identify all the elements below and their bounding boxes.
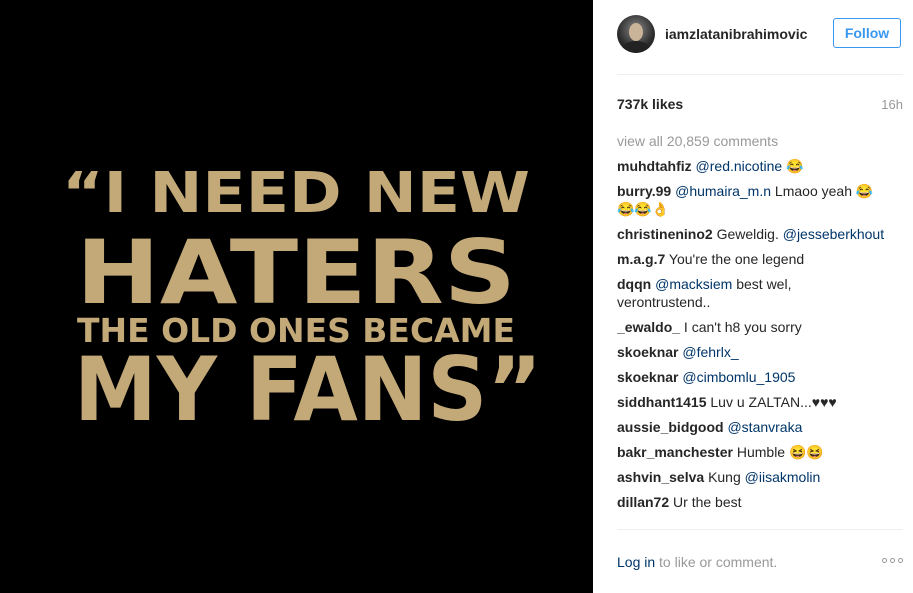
post-footer: Log in to like or comment. — [617, 552, 903, 576]
comment-item: siddhant1415 Luv u ZALTAN...♥♥♥ — [617, 393, 885, 411]
username-link[interactable]: iamzlatanibrahimovic — [665, 26, 807, 42]
scrollbar[interactable] — [907, 0, 913, 593]
comment-text: Ur the best — [673, 494, 742, 510]
follow-button[interactable]: Follow — [833, 18, 901, 48]
quote-graphic: “I NEED NEW HATERS THE OLD ONES BECAME M… — [62, 161, 542, 441]
comment-username[interactable]: skoeknar — [617, 369, 678, 385]
view-all-comments-link[interactable]: view all 20,859 comments — [617, 133, 885, 157]
login-suffix: to like or comment. — [655, 554, 778, 570]
comment-item: _ewaldo_ I can't h8 you sorry — [617, 318, 885, 336]
post-sidebar: iamzlatanibrahimovic Follow 737k likes 1… — [593, 0, 913, 593]
quote-line-2: HATERS — [76, 221, 516, 324]
quote-line-1: “I NEED NEW — [62, 161, 530, 226]
comment-username[interactable]: muhdtahfiz — [617, 158, 692, 174]
comment-text: 😂 — [782, 158, 804, 174]
comment-text: Kung — [708, 469, 745, 485]
post-image: “I NEED NEW HATERS THE OLD ONES BECAME M… — [0, 0, 593, 593]
comment-username[interactable]: dillan72 — [617, 494, 669, 510]
comment-item: aussie_bidgood @stanvraka — [617, 418, 885, 436]
post-header: iamzlatanibrahimovic Follow — [617, 0, 903, 75]
comment-mention-link[interactable]: @humaira_m.n — [675, 183, 771, 199]
comment-username[interactable]: aussie_bidgood — [617, 419, 724, 435]
comment-item: muhdtahfiz @red.nicotine 😂 — [617, 157, 885, 175]
comment-text: Luv u ZALTAN...♥♥♥ — [710, 394, 837, 410]
comment-username[interactable]: dqqn — [617, 276, 651, 292]
quote-line-4: MY FANS” — [74, 338, 542, 441]
divider — [617, 529, 903, 530]
comment-mention-link[interactable]: @fehrlx_ — [682, 344, 738, 360]
comment-mention-link[interactable]: @cimbomlu_1905 — [682, 369, 795, 385]
comment-item: dqqn @macksiem best wel, verontrustend.. — [617, 275, 885, 311]
comment-item: bakr_manchester Humble 😆😆 — [617, 443, 885, 461]
comment-mention-link[interactable]: @macksiem — [655, 276, 732, 292]
comment-username[interactable]: skoeknar — [617, 344, 678, 360]
comment-text: Humble 😆😆 — [736, 444, 824, 460]
comment-text: I can't h8 you sorry — [683, 319, 802, 335]
comment-mention-link[interactable]: @stanvraka — [727, 419, 802, 435]
avatar[interactable] — [617, 15, 655, 53]
comment-item: ashvin_selva Kung @iisakmolin — [617, 468, 885, 486]
comment-text: Geweldig. — [716, 226, 783, 242]
comment-username[interactable]: m.a.g.7 — [617, 251, 665, 267]
comment-username[interactable]: christinenino2 — [617, 226, 713, 242]
post-stats: 737k likes 16h — [617, 96, 903, 116]
comment-item: m.a.g.7 You're the one legend — [617, 250, 885, 268]
comment-username[interactable]: bakr_manchester — [617, 444, 733, 460]
post-time[interactable]: 16h — [881, 97, 903, 112]
login-prompt: Log in to like or comment. — [617, 554, 777, 570]
comments-list: view all 20,859 comments muhdtahfiz @red… — [617, 133, 885, 529]
comment-username[interactable]: ashvin_selva — [617, 469, 704, 485]
comment-item: skoeknar @fehrlx_ — [617, 343, 885, 361]
comment-item: christinenino2 Geweldig. @jesseberkhout — [617, 225, 885, 243]
comment-item: skoeknar @cimbomlu_1905 — [617, 368, 885, 386]
comment-username[interactable]: burry.99 — [617, 183, 671, 199]
comment-text: You're the one legend — [668, 251, 805, 267]
likes-count[interactable]: 737k likes — [617, 96, 683, 112]
comment-item: burry.99 @humaira_m.n Lmaoo yeah 😂😂😂👌 — [617, 182, 885, 218]
comment-mention-link[interactable]: @jesseberkhout — [783, 226, 884, 242]
login-link[interactable]: Log in — [617, 554, 655, 570]
more-options-icon[interactable] — [882, 558, 903, 563]
comment-item: dillan72 Ur the best — [617, 493, 885, 511]
comment-mention-link[interactable]: @iisakmolin — [745, 469, 821, 485]
comment-mention-link[interactable]: @red.nicotine — [696, 158, 783, 174]
comment-username[interactable]: _ewaldo_ — [617, 319, 680, 335]
comment-username[interactable]: siddhant1415 — [617, 394, 706, 410]
